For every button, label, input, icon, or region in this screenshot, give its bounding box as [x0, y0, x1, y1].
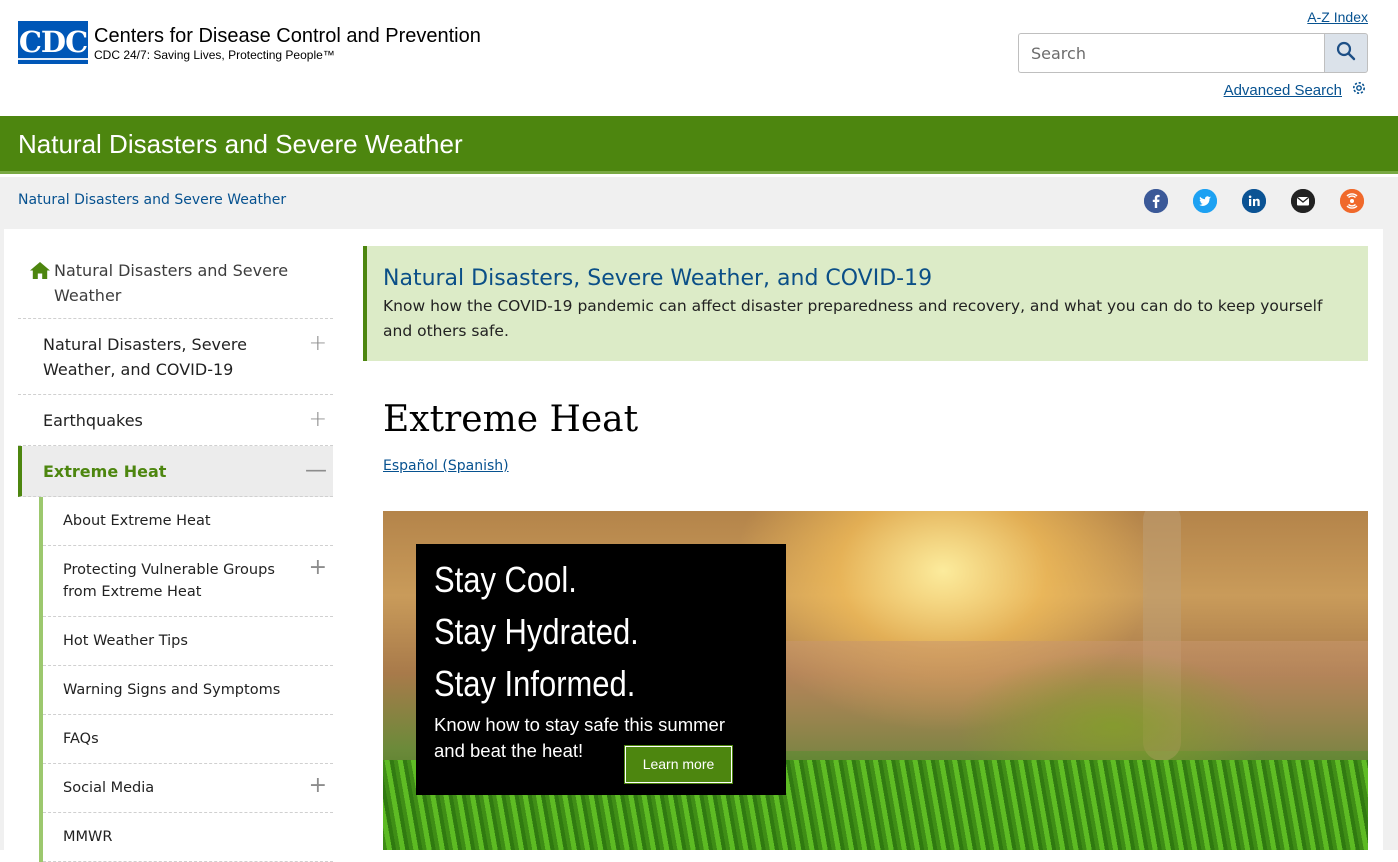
syndicate-icon[interactable]	[1340, 189, 1364, 213]
gear-icon[interactable]	[1350, 79, 1368, 101]
sidebar-item-earthquakes[interactable]: Earthquakes +	[18, 395, 333, 446]
search-button[interactable]	[1324, 33, 1368, 73]
collapse-icon[interactable]: —	[305, 458, 327, 483]
sidebar-subitem-label: Social Media	[63, 780, 155, 796]
twitter-icon[interactable]	[1193, 189, 1217, 213]
sidebar-subitem-mmwr[interactable]: MMWR	[43, 813, 333, 862]
sidebar-item-covid[interactable]: Natural Disasters, Severe Weather, and C…	[18, 319, 333, 395]
search-form	[1018, 33, 1368, 73]
sidebar-item-home[interactable]: Natural Disasters and Severe Weather	[18, 246, 333, 319]
sidebar-subitem-label: Hot Weather Tips	[63, 633, 188, 649]
expand-icon[interactable]: +	[309, 407, 327, 432]
main-content: Natural Disasters, Severe Weather, and C…	[363, 246, 1368, 850]
hero-banner[interactable]: Stay Cool. Stay Hydrated. Stay Informed.…	[383, 511, 1368, 850]
sidebar-subitem-label: About Extreme Heat	[63, 513, 211, 529]
breadcrumb-bar: Natural Disasters and Severe Weather	[0, 177, 1398, 229]
sidebar-item-label: Natural Disasters, Severe Weather, and C…	[43, 335, 247, 379]
advanced-search[interactable]: Advanced Search	[1224, 79, 1368, 101]
sidebar-item-extreme-heat[interactable]: Extreme Heat —	[18, 446, 333, 497]
az-index-link[interactable]: A-Z Index	[1307, 9, 1368, 25]
hero-line-informed: Stay Informed.	[434, 663, 636, 704]
expand-icon[interactable]: +	[309, 557, 327, 579]
callout-title-link[interactable]: Natural Disasters, Severe Weather, and C…	[383, 264, 1348, 294]
search-icon	[1336, 41, 1356, 65]
hero-line-cool: Stay Cool.	[434, 559, 577, 600]
sidebar-subitem-label: Protecting Vulnerable Groups from Extrem…	[63, 562, 275, 600]
search-input[interactable]	[1018, 33, 1324, 73]
sidebar-item-label: Earthquakes	[43, 411, 143, 430]
covid-callout: Natural Disasters, Severe Weather, and C…	[363, 246, 1368, 361]
sidebar-subitem-hot-weather-tips[interactable]: Hot Weather Tips	[43, 617, 333, 666]
sidebar-subitem-vulnerable-groups[interactable]: Protecting Vulnerable Groups from Extrem…	[43, 546, 333, 617]
social-share	[1144, 189, 1364, 213]
expand-icon[interactable]: +	[309, 775, 327, 797]
sidebar-home-label: Natural Disasters and Severe Weather	[54, 261, 289, 305]
sidebar-subitem-faqs[interactable]: FAQs	[43, 715, 333, 764]
sidebar-subitem-about[interactable]: About Extreme Heat	[43, 497, 333, 546]
hero-line-hydrated: Stay Hydrated.	[434, 611, 639, 652]
hero-message-box: Stay Cool. Stay Hydrated. Stay Informed.…	[416, 544, 786, 795]
breadcrumb[interactable]: Natural Disasters and Severe Weather	[18, 192, 286, 208]
topic-banner: Natural Disasters and Severe Weather	[0, 116, 1398, 174]
logo-title: Centers for Disease Control and Preventi…	[94, 25, 481, 47]
callout-text: Know how the COVID-19 pandemic can affec…	[383, 297, 1323, 340]
home-icon	[30, 261, 50, 308]
sidebar-submenu: About Extreme Heat Protecting Vulnerable…	[39, 497, 333, 862]
learn-more-button[interactable]: Learn more	[624, 745, 733, 784]
page-title: Extreme Heat	[383, 399, 639, 440]
logo-tagline: CDC 24/7: Saving Lives, Protecting Peopl…	[94, 48, 335, 62]
cdc-logo-mark: CDC	[18, 21, 88, 64]
sidebar-subitem-label: FAQs	[63, 731, 99, 747]
email-icon[interactable]	[1291, 189, 1315, 213]
expand-icon[interactable]: +	[309, 331, 327, 356]
site-header: CDC Centers for Disease Control and Prev…	[0, 0, 1398, 116]
sidebar-subitem-warning-signs[interactable]: Warning Signs and Symptoms	[43, 666, 333, 715]
banner-title[interactable]: Natural Disasters and Severe Weather	[0, 116, 1398, 172]
spanish-link[interactable]: Español (Spanish)	[383, 458, 1368, 474]
sidebar-subitem-label: MMWR	[63, 829, 113, 845]
cdc-logo[interactable]: CDC Centers for Disease Control and Prev…	[18, 21, 481, 64]
side-navigation: Natural Disasters and Severe Weather Nat…	[18, 246, 333, 862]
advanced-search-link[interactable]: Advanced Search	[1224, 82, 1342, 99]
linkedin-icon[interactable]	[1242, 189, 1266, 213]
facebook-icon[interactable]	[1144, 189, 1168, 213]
sidebar-subitem-social-media[interactable]: Social Media +	[43, 764, 333, 813]
sidebar-item-label: Extreme Heat	[43, 462, 167, 481]
sidebar-subitem-label: Warning Signs and Symptoms	[63, 682, 281, 698]
